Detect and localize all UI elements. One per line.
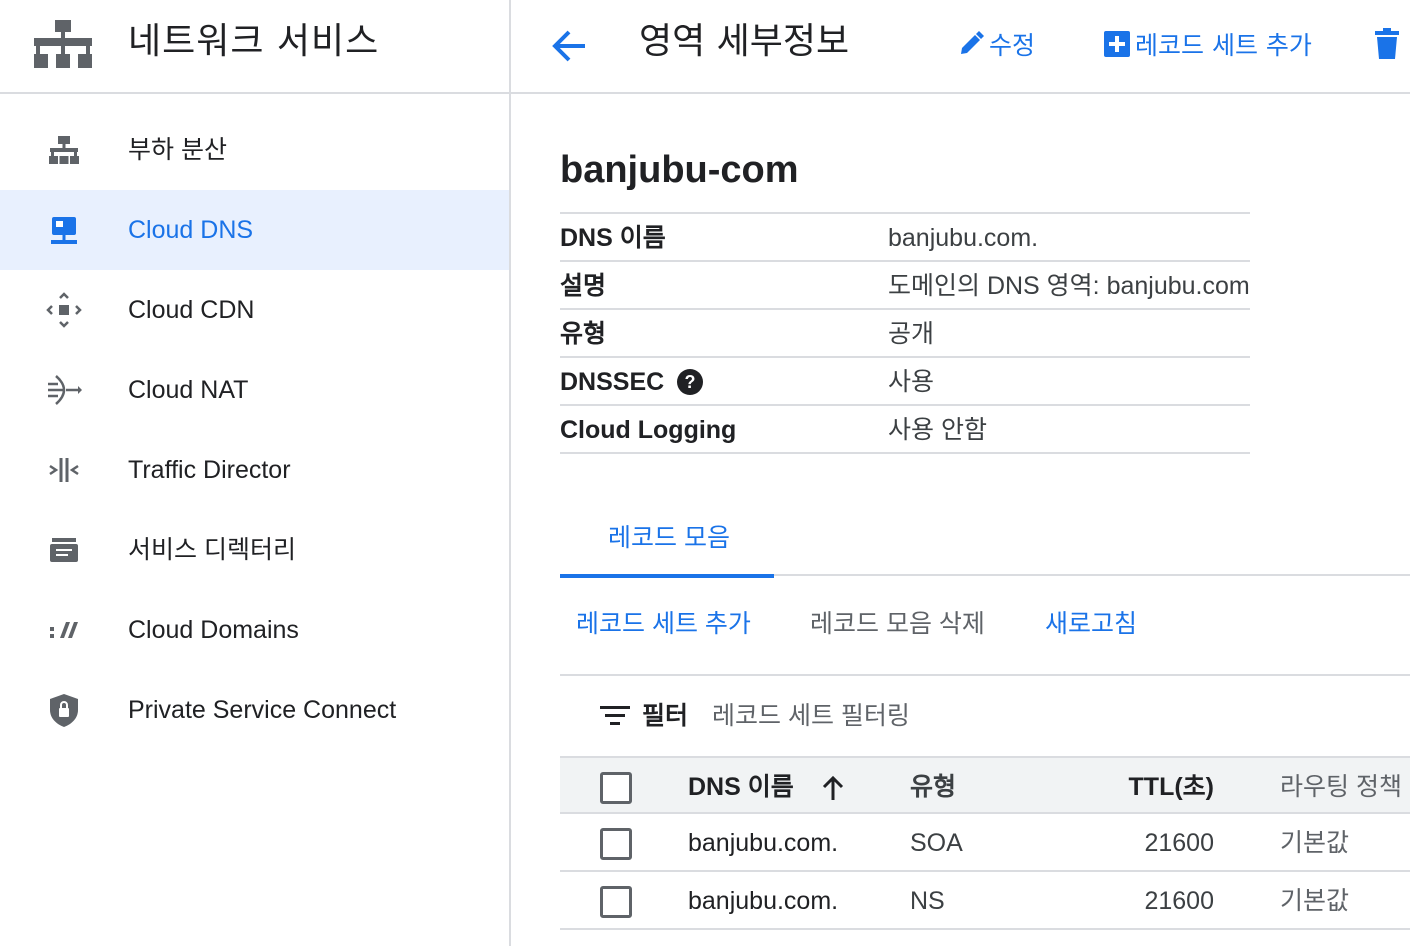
sort-ascending-icon[interactable] xyxy=(819,774,847,802)
help-icon[interactable]: ? xyxy=(676,368,704,396)
cell-routing-policy: 기본값 xyxy=(1280,829,1350,857)
detail-row-dnssec: DNSSEC ? 사용 xyxy=(560,358,1250,406)
detail-key: DNSSEC xyxy=(560,368,665,396)
table-header-row: DNS 이름 유형 TTL(초) 라우팅 정책 xyxy=(560,756,1410,814)
tab-label: 레코드 모음 xyxy=(608,524,730,552)
private-service-connect-icon xyxy=(50,694,78,727)
zone-name-heading: banjubu-com xyxy=(560,149,799,191)
detail-value: banjubu.com. xyxy=(888,224,1039,252)
sidebar-item-cloud-domains[interactable]: Cloud Domains xyxy=(0,590,509,670)
cell-ttl: 21600 xyxy=(1144,887,1214,915)
column-header-label: DNS 이름 xyxy=(688,773,794,801)
sidebar-nav: 부하 분산 Cloud DNS Cloud CDN Cloud NAT Traf… xyxy=(0,110,509,750)
detail-row-type: 유형 공개 xyxy=(560,310,1250,358)
table-row: banjubu.com. SOA 21600 기본값 xyxy=(560,814,1410,872)
column-header-dns-name[interactable]: DNS 이름 xyxy=(688,771,847,803)
load-balancing-icon xyxy=(49,136,79,164)
records-toolbar: 레코드 세트 추가 레코드 모음 삭제 새로고침 xyxy=(560,576,1410,676)
page-title: 영역 세부정보 xyxy=(639,21,850,62)
sidebar-item-label: Cloud NAT xyxy=(128,376,249,404)
row-checkbox[interactable] xyxy=(600,828,632,860)
detail-key: DNS 이름 xyxy=(560,224,666,252)
cell-type: SOA xyxy=(910,829,963,857)
network-services-logo-icon xyxy=(34,20,92,68)
filter-input[interactable] xyxy=(712,698,1112,734)
cloud-dns-icon xyxy=(51,217,77,244)
zone-details-table: DNS 이름 banjubu.com. 설명 도메인의 DNS 영역: banj… xyxy=(560,212,1250,454)
add-record-set-button[interactable]: 레코드 세트 추가 xyxy=(1103,26,1312,62)
add-record-set-label: 레코드 세트 추가 xyxy=(1135,31,1312,60)
traffic-director-icon xyxy=(49,458,79,482)
detail-key-container: DNSSEC ? xyxy=(560,367,704,397)
table-row: banjubu.com. NS 21600 기본값 xyxy=(560,872,1410,930)
sidebar-item-label: Private Service Connect xyxy=(128,696,397,724)
sidebar-item-cloud-dns[interactable]: Cloud DNS xyxy=(0,190,509,270)
product-title: 네트워크 서비스 xyxy=(128,21,380,62)
back-arrow-icon[interactable] xyxy=(547,24,591,68)
add-record-set-link[interactable]: 레코드 세트 추가 xyxy=(576,608,751,640)
column-header-ttl: TTL(초) xyxy=(1128,773,1214,801)
sidebar-item-label: Cloud CDN xyxy=(128,296,255,324)
record-sets-table: DNS 이름 유형 TTL(초) 라우팅 정책 banjubu.com. SOA… xyxy=(560,756,1410,930)
detail-value: 사용 xyxy=(888,368,935,396)
cloud-domains-icon xyxy=(50,622,78,638)
filter-label: 필터 xyxy=(642,702,689,730)
sidebar-header: 네트워크 서비스 xyxy=(0,0,509,94)
cell-ttl: 21600 xyxy=(1144,829,1214,857)
detail-value: 공개 xyxy=(888,320,935,348)
sidebar-item-label: Cloud DNS xyxy=(128,216,254,244)
sidebar-item-service-directory[interactable]: 서비스 디렉터리 xyxy=(0,510,509,590)
filter-bar: 필터 xyxy=(560,676,1410,756)
edit-button-label: 수정 xyxy=(989,31,1036,60)
add-box-icon xyxy=(1104,31,1130,57)
delete-record-sets-button[interactable]: 레코드 모음 삭제 xyxy=(810,608,985,640)
page-header: 영역 세부정보 수정 레코드 세트 추가 xyxy=(511,0,1410,94)
detail-row-description: 설명 도메인의 DNS 영역: banjubu.com xyxy=(560,262,1250,310)
cell-routing-policy: 기본값 xyxy=(1280,887,1350,915)
detail-row-dns-name: DNS 이름 banjubu.com. xyxy=(560,214,1250,262)
sidebar-item-label: Cloud Domains xyxy=(128,616,299,644)
sidebar-item-traffic-director[interactable]: Traffic Director xyxy=(0,430,509,510)
sidebar-item-label: 서비스 디렉터리 xyxy=(128,536,296,564)
detail-key: 설명 xyxy=(560,272,607,300)
sidebar-item-private-service-connect[interactable]: Private Service Connect xyxy=(0,670,509,750)
select-all-checkbox[interactable] xyxy=(600,772,632,804)
service-directory-icon xyxy=(50,538,78,562)
row-checkbox[interactable] xyxy=(600,886,632,918)
sidebar: 네트워크 서비스 부하 분산 Cloud DNS Cloud CDN Cloud… xyxy=(0,0,511,946)
detail-value: 사용 안함 xyxy=(888,416,987,444)
column-header-routing-policy: 라우팅 정책 xyxy=(1280,773,1402,801)
sidebar-item-label: 부하 분산 xyxy=(128,136,227,164)
detail-key: 유형 xyxy=(560,320,607,348)
refresh-button[interactable]: 새로고침 xyxy=(1045,608,1137,640)
column-header-type: 유형 xyxy=(910,773,957,801)
edit-button[interactable]: 수정 xyxy=(957,26,1035,62)
cloud-cdn-icon xyxy=(46,292,82,328)
sidebar-item-cloud-cdn[interactable]: Cloud CDN xyxy=(0,270,509,350)
cell-dns-name[interactable]: banjubu.com. xyxy=(688,885,838,917)
sidebar-item-label: Traffic Director xyxy=(128,456,291,484)
cell-dns-name[interactable]: banjubu.com. xyxy=(688,827,838,859)
detail-key: Cloud Logging xyxy=(560,416,737,444)
cloud-nat-icon xyxy=(48,375,82,405)
delete-zone-button[interactable] xyxy=(1373,26,1405,62)
detail-row-cloud-logging: Cloud Logging 사용 안함 xyxy=(560,406,1250,454)
filter-icon xyxy=(600,706,630,725)
sidebar-item-load-balancing[interactable]: 부하 분산 xyxy=(0,110,509,190)
detail-value: 도메인의 DNS 영역: banjubu.com xyxy=(888,272,1250,300)
tab-bar: 레코드 모음 xyxy=(560,506,1410,578)
cell-type: NS xyxy=(910,887,945,915)
trash-icon xyxy=(1375,28,1399,59)
pencil-icon xyxy=(961,31,984,54)
sidebar-item-cloud-nat[interactable]: Cloud NAT xyxy=(0,350,509,430)
svg-text:?: ? xyxy=(685,372,696,392)
tab-record-sets[interactable]: 레코드 모음 xyxy=(560,506,774,578)
